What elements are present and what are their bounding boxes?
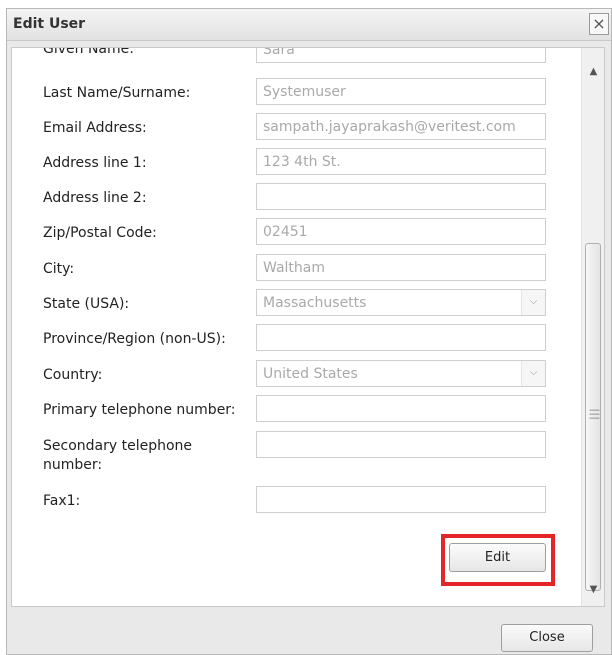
vertical-scrollbar[interactable]: ▲ — — — ▼ [581,48,604,606]
address-line2-label: Address line 2: [43,190,147,206]
state-select[interactable]: Massachusetts ⌵ [256,289,546,316]
last-name-label: Last Name/Surname: [43,85,191,101]
given-name-field[interactable]: Sara [256,48,546,63]
last-name-field[interactable]: Systemuser [256,78,546,105]
chevron-down-icon[interactable]: ⌵ [521,361,545,386]
given-name-label: Given Name: [43,47,134,57]
country-label: Country: [43,367,103,383]
country-select[interactable]: United States ⌵ [256,360,546,387]
secondary-phone-field[interactable] [256,431,546,458]
email-label: Email Address: [43,120,147,136]
chevron-down-icon[interactable]: ⌵ [521,290,545,315]
form-scroll-area: Given Name: Sara Last Name/Surname: Syst… [11,47,605,607]
address-line1-field[interactable]: 123 4th St. [256,148,546,175]
edit-button-highlight [441,534,555,586]
dialog-titlebar: Edit User × [7,9,611,41]
state-label: State (USA): [43,296,130,312]
zip-code-field[interactable]: 02451 [256,218,546,245]
fax-field[interactable] [256,486,546,513]
fax-label: Fax1: [43,493,81,509]
scrollbar-thumb[interactable]: — — — [585,243,601,591]
zip-code-label: Zip/Postal Code: [43,225,157,241]
province-field[interactable] [256,324,546,351]
scroll-up-icon[interactable]: ▲ [582,62,604,82]
province-label: Province/Region (non-US): [43,331,226,347]
close-button[interactable]: Close [501,624,593,652]
address-line2-field[interactable] [256,183,546,210]
city-field[interactable]: Waltham [256,254,546,281]
dialog-title: Edit User [13,16,86,32]
primary-phone-label: Primary telephone number: [43,402,236,418]
edit-user-dialog: Edit User × Given Name: Sara Last Name/S… [6,8,612,655]
primary-phone-field[interactable] [256,395,546,422]
country-select-value: United States [263,366,358,382]
close-icon[interactable]: × [589,13,609,35]
secondary-phone-label: Secondary telephone number: [43,438,193,473]
scroll-down-icon[interactable]: ▼ [582,580,604,600]
city-label: City: [43,261,75,277]
state-select-value: Massachusetts [263,295,367,311]
email-field[interactable]: sampath.jayaprakash@veritest.com [256,113,546,140]
address-line1-label: Address line 1: [43,155,147,171]
grip-icon: — — — [589,403,600,424]
